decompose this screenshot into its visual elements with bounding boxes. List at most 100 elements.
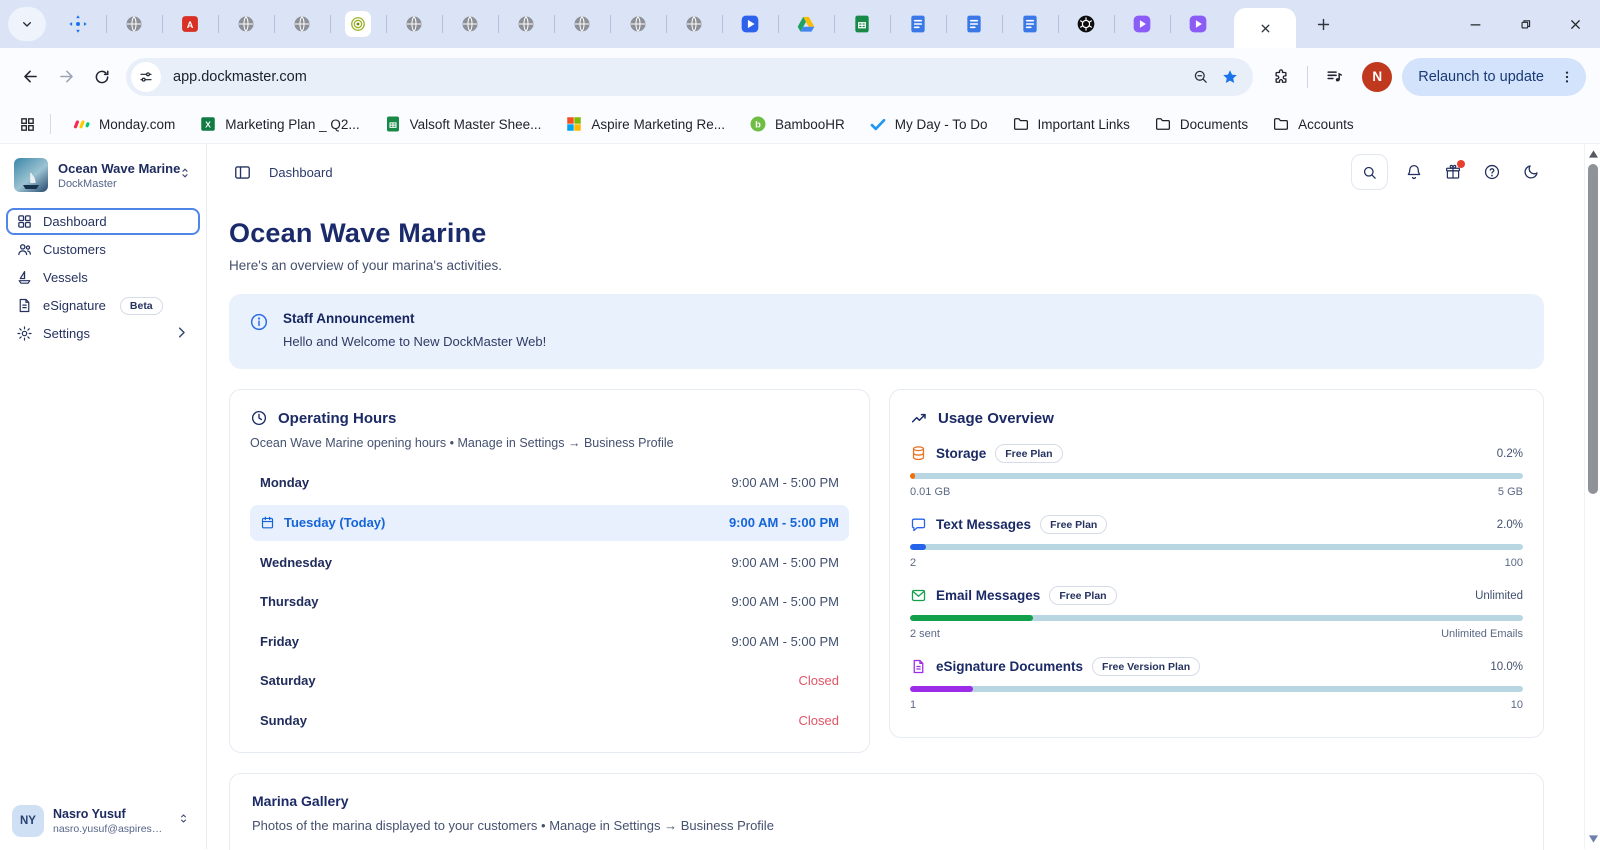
bookmark-item[interactable]: My Day - To Do bbox=[857, 110, 1000, 138]
hours-subtitle: Ocean Wave Marine opening hours • Manage… bbox=[250, 436, 849, 450]
sidebar-item-dashboard[interactable]: Dashboard bbox=[6, 208, 200, 235]
back-button[interactable] bbox=[12, 59, 48, 95]
notifications-button[interactable] bbox=[1401, 159, 1427, 185]
pinned-tab[interactable] bbox=[834, 0, 890, 48]
page-scrollbar[interactable] bbox=[1584, 144, 1600, 849]
pinned-tab[interactable] bbox=[50, 0, 106, 48]
pinned-tab[interactable] bbox=[722, 0, 778, 48]
breadcrumb[interactable]: Dashboard bbox=[269, 165, 333, 180]
pinned-tab[interactable] bbox=[778, 0, 834, 48]
bookmark-label: Valsoft Master Shee... bbox=[410, 117, 542, 132]
scrollbar-thumb[interactable] bbox=[1588, 164, 1598, 494]
vessels-icon bbox=[16, 269, 33, 286]
pinned-tab[interactable] bbox=[610, 0, 666, 48]
apps-grid-icon[interactable] bbox=[12, 109, 42, 139]
pinned-tab[interactable] bbox=[1058, 0, 1114, 48]
pinned-tab[interactable] bbox=[442, 0, 498, 48]
bookmarks-list: Monday.com XMarketing Plan _ Q2... Valsoft… bbox=[61, 110, 1366, 138]
globe-icon bbox=[124, 14, 144, 34]
bookmark-item[interactable]: Monday.com bbox=[61, 110, 187, 138]
close-window-button[interactable] bbox=[1550, 0, 1600, 48]
play-icon bbox=[1132, 14, 1152, 34]
new-tab-button[interactable] bbox=[1308, 9, 1338, 39]
usage-item-esignature-documents: eSignature Documents Free Version Plan 1… bbox=[910, 657, 1523, 711]
pinned-tab[interactable]: A bbox=[162, 0, 218, 48]
org-switcher[interactable]: Ocean Wave Marine DockMaster bbox=[0, 144, 206, 202]
restore-button[interactable] bbox=[1500, 0, 1550, 48]
beta-badge: Beta bbox=[120, 297, 163, 315]
bookmark-label: Monday.com bbox=[99, 117, 175, 132]
sidebar-nav: Dashboard Customers Vessels eSignature B… bbox=[0, 202, 206, 347]
relaunch-button[interactable]: Relaunch to update bbox=[1402, 58, 1586, 96]
sidebar: Ocean Wave Marine DockMaster Dashboard C… bbox=[0, 144, 207, 849]
pinned-tab[interactable] bbox=[554, 0, 610, 48]
docs-icon bbox=[1020, 14, 1040, 34]
url-bar[interactable]: app.dockmaster.com bbox=[126, 58, 1253, 96]
pinned-tab[interactable] bbox=[498, 0, 554, 48]
playlist-icon[interactable] bbox=[1316, 59, 1352, 95]
app-topbar: Dashboard bbox=[229, 144, 1544, 200]
sidebar-item-label: Settings bbox=[43, 326, 90, 341]
search-button[interactable] bbox=[1351, 154, 1388, 190]
tab-search-button[interactable] bbox=[8, 7, 46, 41]
help-button[interactable] bbox=[1479, 159, 1505, 185]
scroll-up-icon[interactable] bbox=[1585, 147, 1600, 161]
forward-button[interactable] bbox=[48, 59, 84, 95]
spiral-icon bbox=[345, 11, 371, 37]
bookmark-item[interactable]: Documents bbox=[1142, 110, 1260, 138]
hours-row: Monday9:00 AM - 5:00 PM bbox=[250, 463, 849, 503]
pinned-tab[interactable] bbox=[106, 0, 162, 48]
announcement-banner: Staff Announcement Hello and Welcome to … bbox=[229, 294, 1544, 369]
svg-text:b: b bbox=[755, 119, 761, 129]
user-avatar: NY bbox=[12, 805, 44, 837]
hours-rows: Monday9:00 AM - 5:00 PM Tuesday (Today) … bbox=[250, 463, 849, 740]
active-tab[interactable] bbox=[1234, 8, 1296, 48]
zoom-icon[interactable] bbox=[1185, 62, 1215, 92]
minimize-button[interactable] bbox=[1450, 0, 1500, 48]
sidebar-item-settings[interactable]: Settings bbox=[6, 320, 200, 347]
dark-mode-button[interactable] bbox=[1518, 159, 1544, 185]
pinned-tab[interactable] bbox=[386, 0, 442, 48]
pinned-tab[interactable] bbox=[1002, 0, 1058, 48]
crosshair-icon bbox=[68, 14, 88, 34]
help-icon bbox=[1483, 163, 1501, 181]
bookmark-item[interactable]: Important Links bbox=[1000, 110, 1142, 138]
scroll-down-icon[interactable] bbox=[1585, 832, 1600, 846]
progress-bar bbox=[910, 544, 1523, 550]
user-name: Nasro Yusuf bbox=[53, 807, 168, 821]
bamboo-icon: b bbox=[749, 115, 767, 133]
sidebar-item-customers[interactable]: Customers bbox=[6, 236, 200, 263]
pinned-tab[interactable] bbox=[890, 0, 946, 48]
pinned-tab[interactable] bbox=[1114, 0, 1170, 48]
menu-kebab-icon[interactable] bbox=[1556, 66, 1578, 88]
sheets-icon bbox=[852, 14, 872, 34]
site-settings-icon[interactable] bbox=[131, 62, 161, 92]
bookmarks-bar: Monday.com XMarketing Plan _ Q2... Valsoft… bbox=[0, 105, 1600, 144]
pinned-tab[interactable] bbox=[218, 0, 274, 48]
whats-new-button[interactable] bbox=[1440, 159, 1466, 185]
bookmark-label: Important Links bbox=[1038, 117, 1130, 132]
extensions-icon[interactable] bbox=[1263, 59, 1299, 95]
bookmark-item[interactable]: XMarketing Plan _ Q2... bbox=[187, 110, 371, 138]
user-menu[interactable]: NY Nasro Yusuf nasro.yusuf@aspiresoftwar… bbox=[0, 805, 206, 837]
bookmark-item[interactable]: Valsoft Master Shee... bbox=[372, 110, 554, 138]
profile-avatar[interactable]: N bbox=[1362, 62, 1392, 92]
bookmarks-divider bbox=[50, 114, 51, 134]
plan-badge: Free Version Plan bbox=[1092, 657, 1200, 676]
sidebar-item-esignature[interactable]: eSignature Beta bbox=[6, 292, 200, 319]
bookmark-item[interactable]: Aspire Marketing Re... bbox=[553, 110, 737, 138]
pinned-tab[interactable] bbox=[274, 0, 330, 48]
bookmark-item[interactable]: Accounts bbox=[1260, 110, 1366, 138]
close-tab-icon[interactable] bbox=[1254, 17, 1276, 39]
reload-button[interactable] bbox=[84, 59, 120, 95]
bookmark-star-icon[interactable] bbox=[1215, 62, 1245, 92]
hours-row-today: Tuesday (Today) 9:00 AM - 5:00 PM bbox=[250, 505, 849, 541]
url-text[interactable]: app.dockmaster.com bbox=[173, 69, 1185, 85]
bookmark-item[interactable]: bBambooHR bbox=[737, 110, 857, 138]
pinned-tab[interactable] bbox=[666, 0, 722, 48]
sidebar-toggle-icon[interactable] bbox=[229, 159, 255, 185]
sidebar-item-vessels[interactable]: Vessels bbox=[6, 264, 200, 291]
pinned-tab[interactable] bbox=[1170, 0, 1226, 48]
pinned-tab[interactable] bbox=[330, 0, 386, 48]
pinned-tab[interactable] bbox=[946, 0, 1002, 48]
